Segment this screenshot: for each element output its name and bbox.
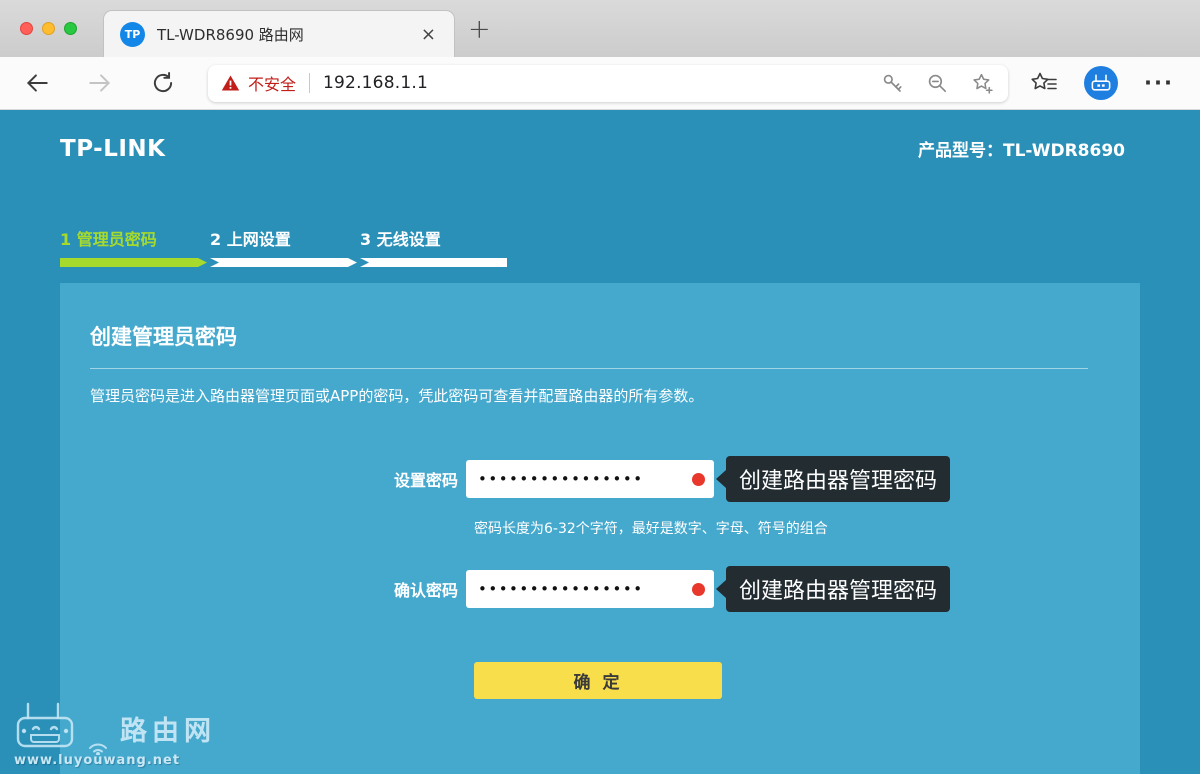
browser-toolbar: 不安全 192.168.1.1 ··· [0, 57, 1200, 110]
tooltip-arrow-icon [716, 470, 726, 488]
router-extension-icon[interactable] [1084, 66, 1118, 100]
confirm-password-input[interactable] [466, 570, 714, 608]
password-hint: 密码长度为6-32个字符，最好是数字、字母、符号的组合 [474, 518, 1110, 538]
page-header: TP-LINK 产品型号：TL-WDR8690 [0, 110, 1200, 162]
create-password-panel: 创建管理员密码 管理员密码是进入路由器管理页面或APP的密码，凭此密码可查看并配… [60, 283, 1140, 774]
luyouwang-watermark: 路由网 www.luyouwang.net [14, 699, 216, 768]
add-favorite-star-icon[interactable] [970, 71, 995, 96]
watermark-brand: 路由网 [120, 718, 216, 751]
watermark-url: www.luyouwang.net [14, 753, 216, 768]
forward-arrow-icon [87, 70, 113, 96]
step-wireless-settings[interactable]: 3 无线设置 [360, 226, 510, 267]
tp-link-logo: TP-LINK [60, 136, 165, 162]
confirm-button[interactable]: 确 定 [474, 662, 722, 699]
step-progress-bar [210, 258, 357, 267]
url-text: 192.168.1.1 [323, 73, 428, 93]
step-progress-bar [360, 258, 507, 267]
window-zoom-icon[interactable] [64, 22, 77, 35]
tab-close-icon[interactable]: × [419, 24, 438, 45]
tooltip-arrow-icon [716, 580, 726, 598]
more-menu-icon[interactable]: ··· [1144, 71, 1174, 95]
back-button[interactable] [19, 65, 55, 101]
security-warning-icon[interactable] [221, 74, 240, 92]
set-password-input[interactable] [466, 460, 714, 498]
saved-password-key-icon[interactable] [880, 71, 905, 96]
refresh-icon [150, 70, 176, 96]
step-admin-password[interactable]: 1 管理员密码 [60, 226, 210, 267]
browser-tab[interactable]: TP TL-WDR8690 路由网 × [103, 10, 455, 57]
address-bar[interactable]: 不安全 192.168.1.1 [208, 65, 1008, 102]
new-tab-button[interactable]: + [468, 14, 491, 45]
confirm-password-row: 确认密码 创建路由器管理密码 [90, 566, 1110, 612]
set-password-row: 设置密码 创建路由器管理密码 [90, 456, 1110, 502]
tooltip-text: 创建路由器管理密码 [726, 456, 950, 502]
tab-title: TL-WDR8690 路由网 [157, 24, 419, 45]
watermark-router-icon [14, 699, 76, 751]
browser-tab-bar: TP TL-WDR8690 路由网 × + [0, 0, 1200, 57]
step-internet-settings[interactable]: 2 上网设置 [210, 226, 360, 267]
password-tooltip: 创建路由器管理密码 [716, 566, 950, 612]
forward-button[interactable] [82, 65, 118, 101]
password-tooltip: 创建路由器管理密码 [716, 456, 950, 502]
back-arrow-icon [24, 70, 50, 96]
tab-favicon-icon: TP [120, 22, 145, 47]
tooltip-text: 创建路由器管理密码 [726, 566, 950, 612]
window-minimize-icon[interactable] [42, 22, 55, 35]
router-setup-page: TP-LINK 产品型号：TL-WDR8690 1 管理员密码 2 上网设置 3… [0, 110, 1200, 774]
security-warning-label[interactable]: 不安全 [248, 71, 296, 95]
required-dot-icon [692, 473, 705, 486]
product-model-label: 产品型号：TL-WDR8690 [918, 136, 1125, 161]
url-divider [309, 73, 310, 93]
set-password-label: 设置密码 [90, 467, 466, 491]
setup-steps: 1 管理员密码 2 上网设置 3 无线设置 [60, 226, 510, 267]
step-progress-bar [60, 258, 207, 267]
refresh-button[interactable] [145, 65, 181, 101]
divider [90, 368, 1088, 369]
window-controls [20, 22, 77, 35]
panel-title: 创建管理员密码 [90, 321, 1110, 351]
window-close-icon[interactable] [20, 22, 33, 35]
panel-description: 管理员密码是进入路由器管理页面或APP的密码，凭此密码可查看并配置路由器的所有参… [90, 385, 1110, 406]
required-dot-icon [692, 583, 705, 596]
confirm-password-label: 确认密码 [90, 577, 466, 601]
zoom-out-icon[interactable] [925, 71, 950, 96]
favorites-hub-icon[interactable] [1030, 70, 1058, 96]
